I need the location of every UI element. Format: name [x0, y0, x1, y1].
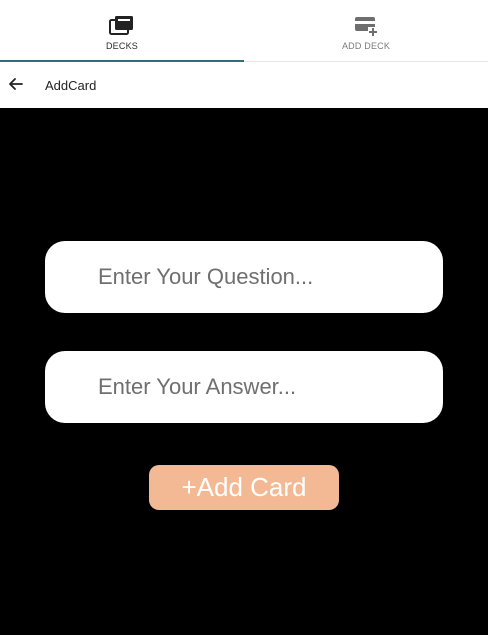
answer-input[interactable]: [45, 351, 443, 423]
question-input[interactable]: [45, 241, 443, 313]
tab-add-deck[interactable]: ADD DECK: [244, 5, 488, 61]
tab-bar: DECKS ADD DECK: [0, 5, 488, 62]
back-arrow-icon[interactable]: [6, 74, 26, 94]
tab-add-deck-label: ADD DECK: [341, 41, 391, 51]
add-deck-icon: [353, 15, 379, 37]
decks-icon: [109, 15, 135, 37]
page-header: AddCard: [0, 62, 488, 108]
main-content: +Add Card: [0, 108, 488, 635]
page-title: AddCard: [45, 78, 97, 93]
tab-decks-label: DECKS: [105, 41, 138, 51]
tab-decks[interactable]: DECKS: [0, 5, 244, 62]
add-card-button[interactable]: +Add Card: [149, 465, 339, 510]
